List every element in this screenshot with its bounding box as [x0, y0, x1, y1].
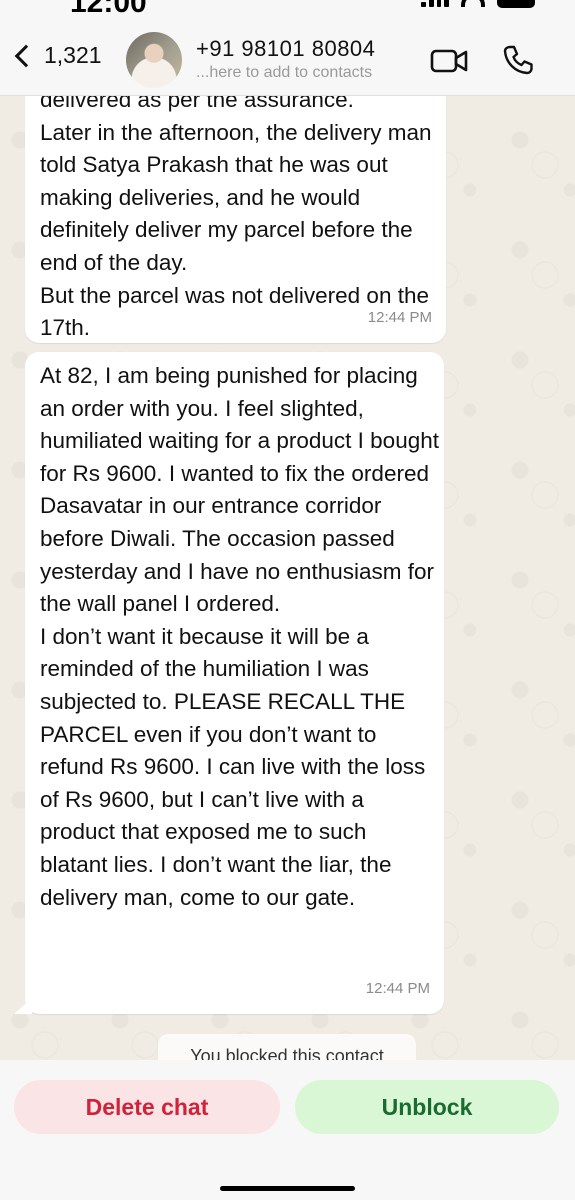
- battery-icon: [497, 0, 535, 8]
- video-call-icon[interactable]: [430, 48, 468, 74]
- blocked-actions-bar: Delete chat Unblock: [0, 1060, 575, 1200]
- unblock-button[interactable]: Unblock: [295, 1080, 559, 1134]
- phone-call-icon[interactable]: [502, 44, 534, 76]
- wifi-icon: [461, 0, 485, 7]
- message-bubble[interactable]: delivered as per the assurance. Later in…: [25, 68, 446, 343]
- message-text: At 82, I am being punished for placing a…: [40, 363, 439, 910]
- cellular-signal-icon: [421, 0, 449, 7]
- back-button[interactable]: 1,321: [10, 42, 102, 69]
- contact-name[interactable]: +91 98101 80804: [196, 36, 375, 62]
- status-icons: [421, 0, 535, 8]
- chat-header: 1,321 +91 98101 80804 ...here to add to …: [0, 24, 575, 96]
- chevron-left-icon: [14, 44, 38, 67]
- message-time: 12:44 PM: [367, 309, 432, 327]
- home-indicator: [220, 1186, 355, 1191]
- message-time: 12:44 PM: [365, 980, 430, 998]
- message-bubble[interactable]: At 82, I am being punished for placing a…: [25, 352, 444, 1014]
- status-bar: 12:00: [0, 0, 575, 24]
- status-time: 12:00: [70, 0, 147, 19]
- avatar[interactable]: [126, 32, 182, 88]
- delete-chat-button[interactable]: Delete chat: [14, 1080, 280, 1134]
- contact-subtitle[interactable]: ...here to add to contacts: [196, 64, 372, 82]
- unread-count: 1,321: [44, 42, 102, 68]
